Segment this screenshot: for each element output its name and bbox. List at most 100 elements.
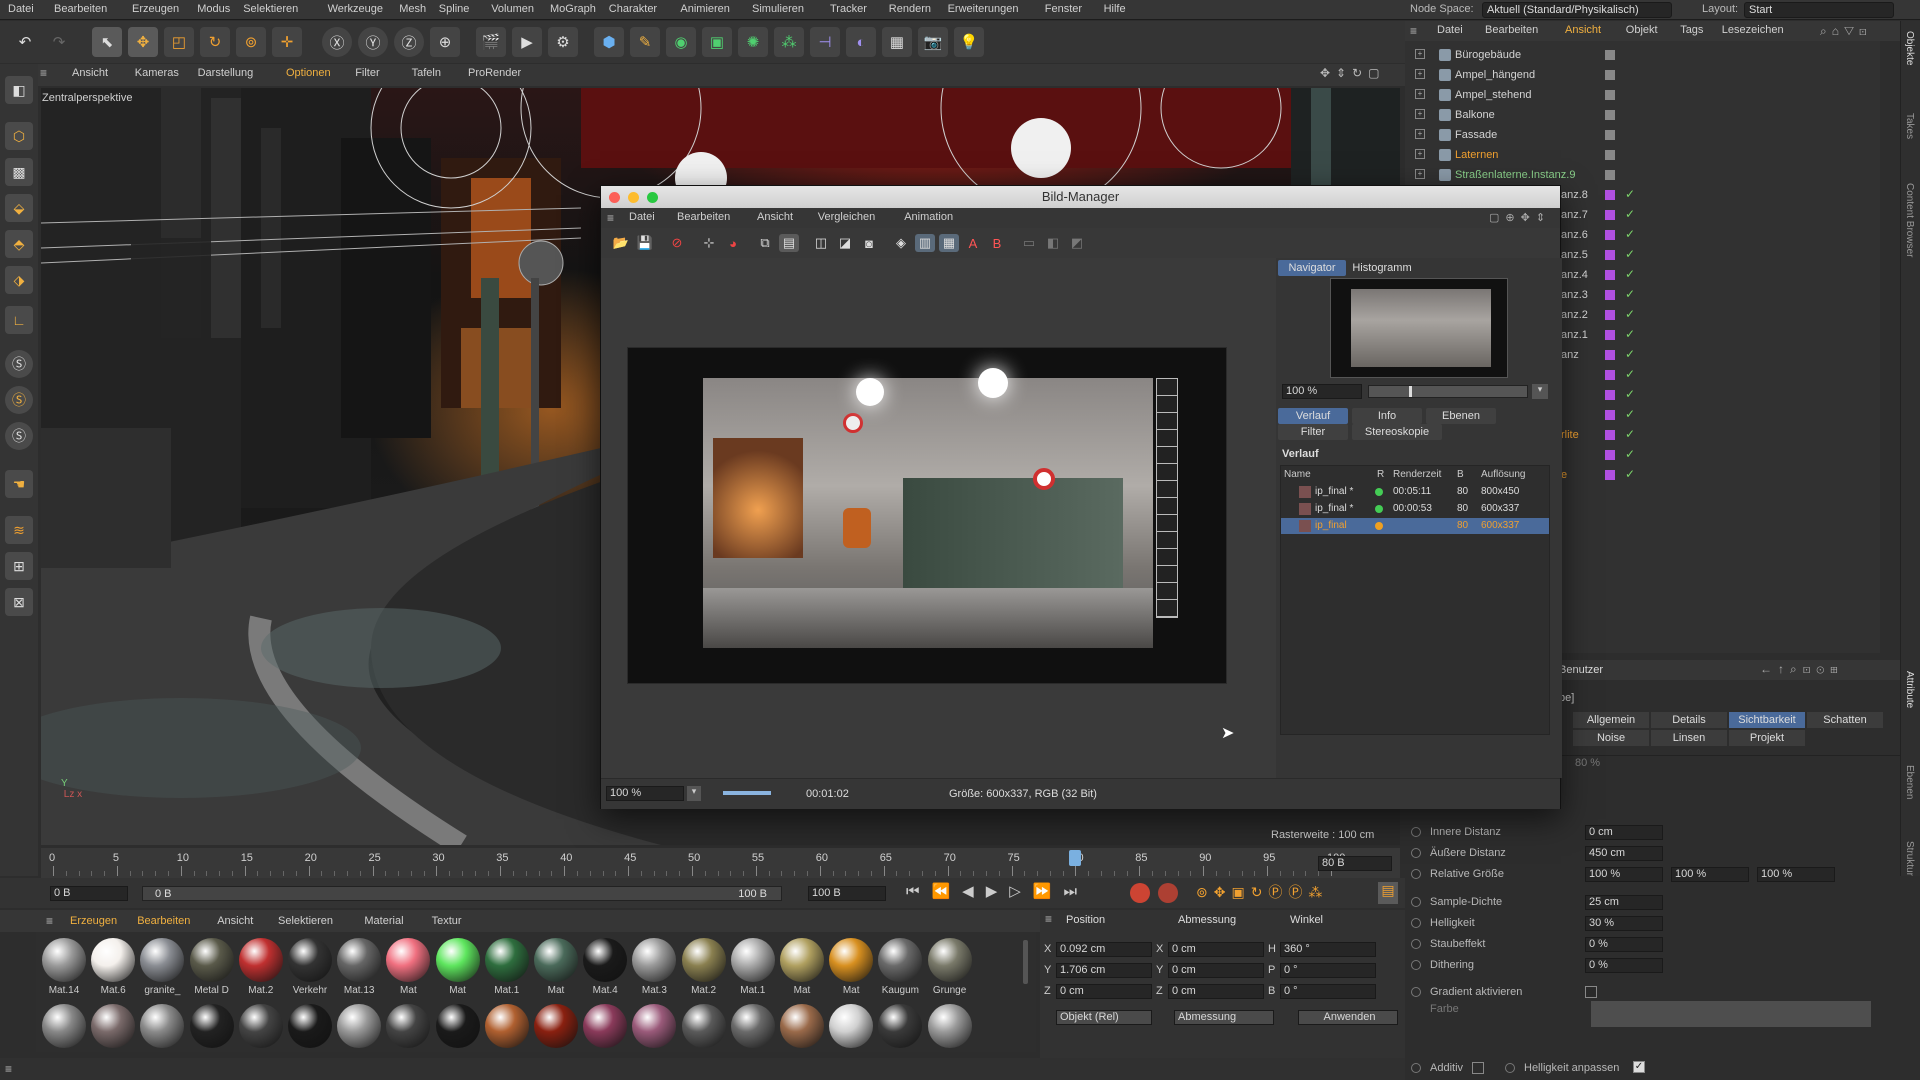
material-swatch[interactable] — [534, 938, 578, 982]
menu-erzeugen[interactable]: Erzeugen — [132, 3, 179, 15]
tab-stereoskopie[interactable]: Stereoskopie — [1352, 424, 1442, 440]
material-menu-erzeugen[interactable]: Erzeugen — [70, 915, 117, 927]
material-swatch[interactable] — [829, 938, 874, 982]
tab-verlauf[interactable]: Verlauf — [1278, 408, 1348, 424]
expand-toggle-icon[interactable]: + — [1415, 89, 1425, 99]
coord-field-sx[interactable]: 0 cm — [1168, 942, 1264, 957]
coord-mode-select[interactable]: Objekt (Rel) — [1056, 1010, 1152, 1025]
animation-key-icon[interactable] — [1411, 918, 1421, 928]
material-swatch[interactable] — [42, 1004, 86, 1048]
om-menu-lesezeichen[interactable]: Lesezeichen — [1722, 24, 1784, 36]
expand-toggle-icon[interactable]: + — [1415, 149, 1425, 159]
material-swatch[interactable] — [238, 1004, 283, 1048]
viewport-menu-prorender[interactable]: ProRender — [468, 67, 521, 79]
om-menu-objekt[interactable]: Objekt — [1626, 24, 1658, 36]
render-to-picture-viewer-icon[interactable]: ▶ — [512, 27, 542, 57]
material-swatch[interactable] — [386, 938, 431, 982]
fullscreen-icon[interactable]: ▤ — [779, 234, 799, 252]
overlay-icon[interactable]: ◩ — [1067, 234, 1087, 252]
bm-window-icons[interactable]: ▢⊕✥⇕ — [1489, 211, 1551, 224]
expand-toggle-icon[interactable]: + — [1415, 129, 1425, 139]
bm-menu-ansicht[interactable]: Ansicht — [757, 211, 793, 223]
material-swatch[interactable] — [140, 1004, 185, 1048]
menu-mesh[interactable]: Mesh — [399, 3, 426, 15]
material-swatch[interactable] — [337, 938, 382, 982]
check-icon[interactable]: ✓ — [1625, 327, 1635, 341]
minimize-window-button[interactable] — [628, 192, 639, 203]
menu-animieren[interactable]: Animieren — [680, 3, 730, 15]
material-swatch[interactable] — [681, 1004, 726, 1048]
expand-toggle-icon[interactable]: + — [1415, 69, 1425, 79]
coordinate-system-icon[interactable]: ⊕ — [430, 27, 460, 57]
bm-menu-datei[interactable]: Datei — [629, 211, 655, 223]
om-tool-icons[interactable]: ⌕⌂▽⊡ — [1820, 24, 1872, 39]
menu-volumen[interactable]: Volumen — [491, 3, 534, 15]
coord-field-y[interactable]: 1.706 cm — [1056, 963, 1152, 978]
coord-field-b[interactable]: 0 ° — [1280, 984, 1376, 999]
recent-tools-icon[interactable]: ⊚ — [236, 27, 266, 57]
close-window-button[interactable] — [609, 192, 620, 203]
set-b-icon[interactable]: B — [987, 234, 1007, 252]
animation-key-icon[interactable] — [1505, 1063, 1515, 1073]
deformer-icon[interactable]: ⊣ — [810, 27, 840, 57]
attr-field[interactable]: 100 % — [1585, 867, 1663, 882]
material-swatch[interactable] — [583, 1004, 628, 1048]
material-swatch[interactable] — [927, 1004, 972, 1048]
copy-image-icon[interactable]: ⧉ — [755, 234, 775, 252]
material-menu-textur[interactable]: Textur — [432, 915, 462, 927]
status-hamburger-icon[interactable]: ≡ — [5, 1062, 12, 1076]
attr-field-3[interactable]: 100 % — [1757, 867, 1835, 882]
menu-mograph[interactable]: MoGraph — [550, 3, 596, 15]
apply-button[interactable]: Anwenden — [1298, 1010, 1398, 1025]
viewport-menu-kameras[interactable]: Kameras — [135, 67, 179, 79]
visibility-toggle-icon[interactable] — [1605, 150, 1615, 160]
history-row[interactable]: ip_final * 00:00:53 80 600x337 — [1281, 501, 1549, 517]
coord-hamburger-icon[interactable]: ≡ — [1045, 912, 1052, 926]
material-menu-bearbeiten[interactable]: Bearbeiten — [137, 915, 190, 927]
tab-ebenen[interactable]: Ebenen — [1426, 408, 1496, 424]
region-render-icon[interactable]: ⊹ — [699, 234, 719, 252]
x-axis-icon[interactable]: Ⓧ — [322, 27, 352, 57]
scale-tool-icon[interactable]: ◰ — [164, 27, 194, 57]
zoom-slider-thumb[interactable] — [1409, 386, 1412, 397]
material-swatch[interactable] — [435, 938, 480, 982]
material-swatch[interactable] — [435, 1004, 480, 1048]
check-icon[interactable]: ✓ — [1625, 367, 1635, 381]
check-icon[interactable]: ✓ — [1625, 247, 1635, 261]
navigator-thumbnail[interactable] — [1330, 278, 1508, 378]
attr-field-2[interactable]: 100 % — [1671, 867, 1749, 882]
tab-navigator[interactable]: Navigator — [1278, 260, 1346, 276]
navigator-zoom-field[interactable]: 100 % — [1282, 384, 1362, 399]
array-generator-icon[interactable]: ✺ — [738, 27, 768, 57]
viewport-menu-filter[interactable]: Filter — [355, 67, 379, 79]
side-tab-attribute[interactable]: Attribute — [1904, 671, 1915, 708]
expand-toggle-icon[interactable]: + — [1415, 109, 1425, 119]
image-canvas[interactable]: ➤ — [601, 258, 1276, 778]
gradient-bar[interactable] — [1591, 1001, 1871, 1027]
timeline-playhead[interactable] — [1069, 850, 1082, 866]
end-frame-field[interactable]: 100 B — [808, 886, 886, 901]
object-row[interactable]: + Bürogebäude — [1415, 45, 1885, 65]
visibility-toggle-icon[interactable] — [1605, 110, 1615, 120]
attr-tab-linsen[interactable]: Linsen — [1651, 730, 1727, 746]
autokey-icon[interactable] — [1158, 883, 1178, 903]
menu-rendern[interactable]: Rendern — [889, 3, 931, 15]
attr-field[interactable]: 0 % — [1585, 937, 1663, 952]
om-hamburger-icon[interactable]: ≡ — [1410, 24, 1417, 38]
material-swatch[interactable] — [878, 938, 923, 982]
menu-erweiterungen[interactable]: Erweiterungen — [948, 3, 1019, 15]
check-icon[interactable]: ✓ — [1625, 427, 1635, 441]
menu-spline[interactable]: Spline — [439, 3, 470, 15]
channel-icon[interactable]: ◈ — [891, 234, 911, 252]
helligkeit-anpassen-checkbox[interactable]: ✓ — [1633, 1061, 1645, 1073]
rotate-tool-icon[interactable]: ↻ — [200, 27, 230, 57]
mat-hamburger-icon[interactable]: ≡ — [46, 914, 53, 928]
menu-werkzeuge[interactable]: Werkzeuge — [328, 3, 383, 15]
material-swatch[interactable] — [91, 938, 136, 982]
maximize-window-button[interactable] — [647, 192, 658, 203]
swap-icon[interactable]: ◪ — [835, 234, 855, 252]
visibility-toggle-icon[interactable] — [1605, 90, 1615, 100]
set-a-icon[interactable]: A — [963, 234, 983, 252]
add-tool-icon[interactable]: ✛ — [272, 27, 302, 57]
attr-field[interactable]: 25 cm — [1585, 895, 1663, 910]
